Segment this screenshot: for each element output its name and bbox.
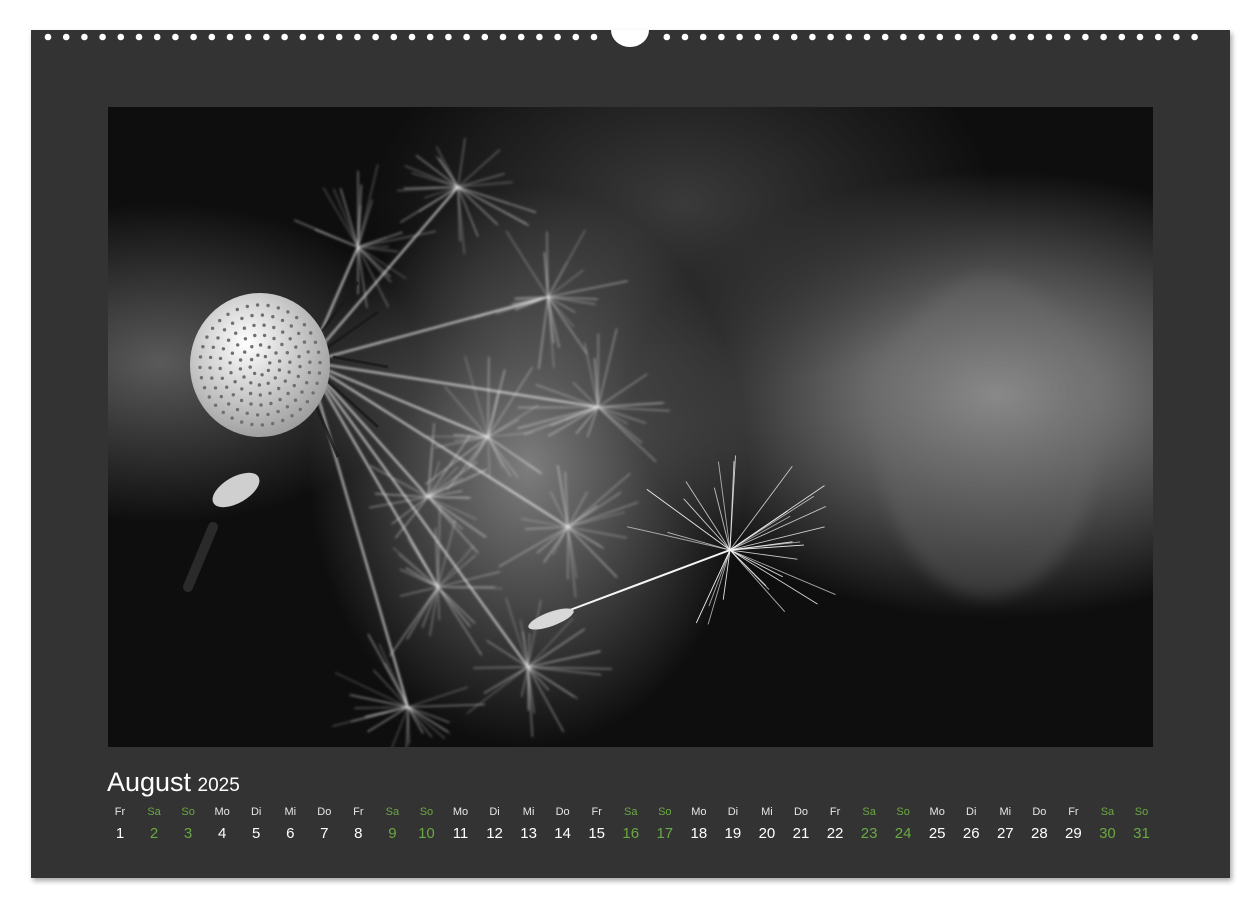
weekday-row: Fr Sa So Mo Di Mi Do Fr Sa So Mo Di Mi Do Fr Sa So Mo Di Mi… — [0, 805, 1260, 825]
weekday-label: Sa — [385, 806, 400, 818]
weekday-label: Di — [727, 806, 739, 818]
weekday-label: Mi — [761, 806, 773, 818]
weekday-label: Do — [793, 806, 809, 818]
day-number: 2 — [149, 825, 159, 842]
weekday-label: Sa — [862, 806, 876, 818]
weekday-label: Do — [1032, 806, 1047, 818]
day-number: 4 — [217, 825, 227, 842]
weekday-label: Sa — [147, 806, 161, 818]
weekday-label: Fr — [1068, 806, 1079, 818]
day-number: 17 — [656, 825, 674, 842]
day-number: 19 — [724, 825, 742, 842]
weekday-label: Fr — [353, 806, 364, 818]
weekday-label: Fr — [829, 806, 841, 818]
weekday-label: Mi — [999, 806, 1012, 818]
day-number: 6 — [286, 825, 295, 842]
day-number: 24 — [894, 825, 912, 842]
day-number: 28 — [1031, 825, 1048, 842]
day-number: 8 — [354, 825, 363, 842]
day-number: 31 — [1133, 825, 1150, 842]
day-number: 30 — [1099, 825, 1116, 842]
day-number: 10 — [418, 825, 435, 842]
weekday-label: So — [658, 806, 672, 818]
day-number: 22 — [826, 825, 844, 842]
weekday-label: So — [181, 806, 195, 818]
day-number: 9 — [388, 825, 397, 842]
weekday-label: Mo — [929, 806, 945, 818]
weekday-label: Mo — [691, 806, 707, 818]
weekday-label: Mi — [284, 806, 297, 818]
day-number: 25 — [928, 825, 946, 842]
weekday-label: Di — [489, 806, 500, 818]
weekday-label: Do — [317, 806, 332, 818]
hanger-notch — [611, 30, 649, 47]
weekday-label: So — [419, 806, 434, 818]
day-number: 27 — [996, 825, 1014, 842]
spiral-binding — [44, 30, 1198, 47]
weekday-label: Do — [555, 806, 570, 818]
weekday-label: Di — [250, 806, 262, 818]
day-number: 21 — [792, 825, 810, 842]
month-name: August — [107, 767, 192, 797]
date-row: 1 2 3 4 5 6 7 8 9 10 11 12 13 14 15 16 17 18 19 20 21 22 23 24 2… — [0, 824, 1260, 844]
weekday-label: So — [896, 806, 910, 818]
weekday-label: Fr — [591, 806, 602, 818]
day-number: 29 — [1065, 825, 1082, 842]
day-number: 23 — [860, 825, 878, 842]
day-number: 5 — [252, 825, 261, 842]
day-number: 1 — [115, 825, 125, 842]
day-number: 14 — [554, 825, 571, 842]
weekday-label: Mi — [522, 806, 535, 818]
day-number: 20 — [758, 825, 776, 842]
day-number: 3 — [183, 825, 193, 842]
day-number: 15 — [588, 825, 606, 842]
day-number: 18 — [690, 825, 708, 842]
day-number: 26 — [962, 825, 980, 842]
weekday-label: Di — [966, 806, 977, 818]
weekday-label: Sa — [624, 806, 638, 818]
day-number: 12 — [486, 825, 503, 842]
day-number: 13 — [520, 825, 537, 842]
day-number: 11 — [452, 825, 469, 842]
day-number: 16 — [622, 825, 640, 842]
weekday-label: Fr — [114, 806, 126, 818]
weekday-label: Sa — [1100, 806, 1115, 818]
dandelion-photo — [108, 107, 1153, 747]
day-number: 7 — [320, 825, 329, 842]
month-year: 2025 — [197, 775, 240, 796]
month-title: August 2025 — [107, 767, 240, 801]
weekday-label: Mo — [214, 806, 230, 818]
weekday-label: So — [1134, 806, 1149, 818]
weekday-label: Mo — [452, 806, 469, 818]
